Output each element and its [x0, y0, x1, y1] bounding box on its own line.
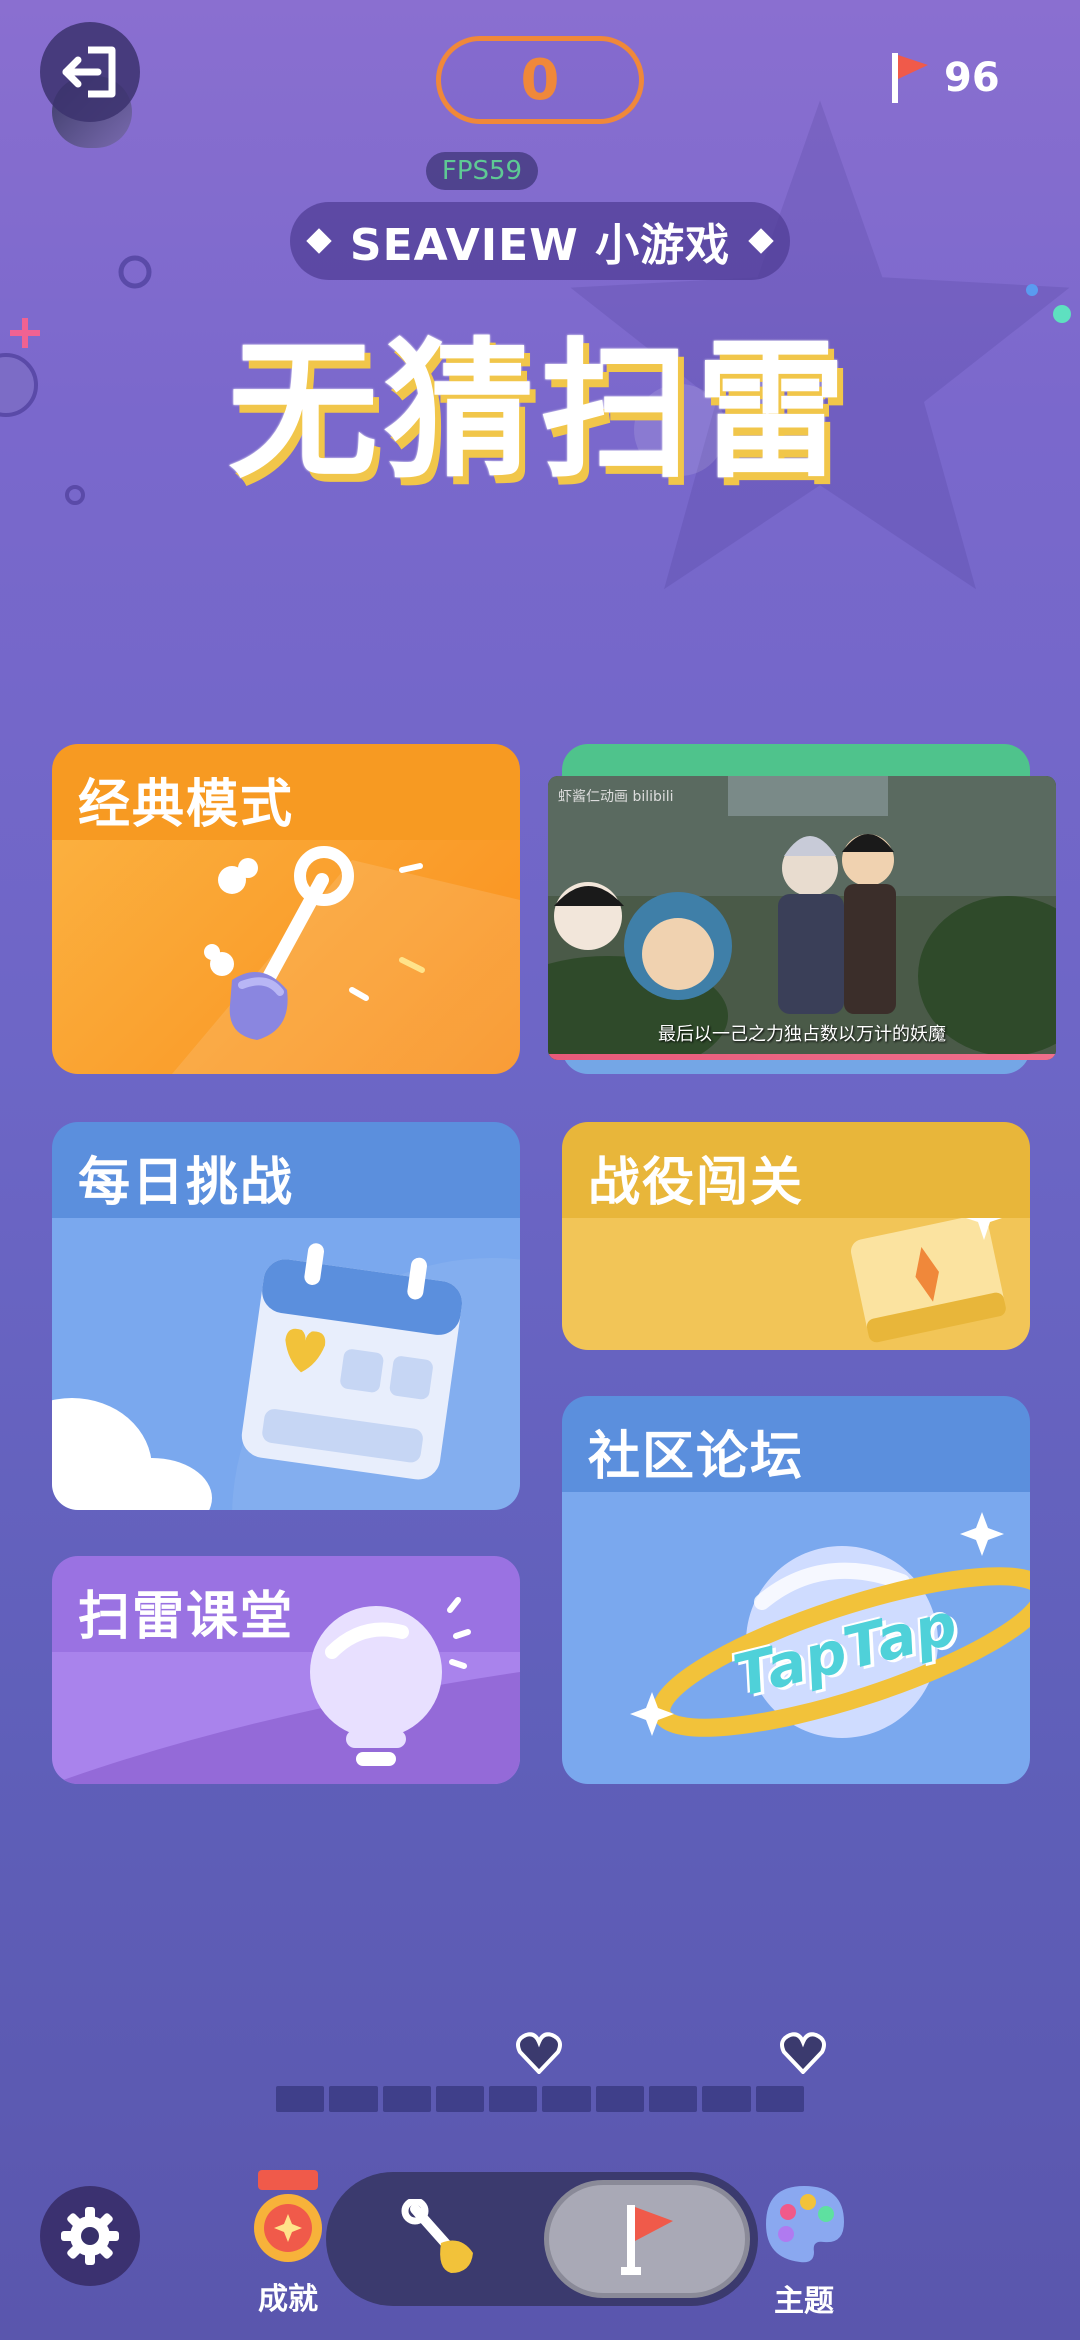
game-title: 无猜扫雷 [227, 325, 852, 499]
theme-label: 主题 [774, 2284, 834, 2319]
progress-segment [435, 2086, 485, 2112]
tutorial-label: 扫雷课堂 [78, 1587, 295, 1647]
progress-segment [489, 2086, 538, 2112]
diamond-icon [748, 228, 774, 254]
lives-progress-bar [276, 2086, 804, 2112]
dig-flag-mode-switch[interactable] [326, 2172, 758, 2306]
flag-mode-button[interactable] [544, 2180, 750, 2298]
flag-icon [892, 53, 928, 103]
exit-icon [62, 46, 116, 98]
medal-icon [254, 2170, 322, 2262]
gear-icon [61, 2207, 119, 2265]
heart-icon [780, 2032, 826, 2074]
progress-segment [276, 2086, 325, 2112]
calendar-icon [52, 1243, 520, 1510]
campaign-label: 战役闯关 [588, 1153, 805, 1213]
settings-button[interactable] [40, 2186, 140, 2286]
achievements-label: 成就 [258, 2282, 318, 2317]
spellbook-icon [850, 1192, 1008, 1343]
video-subtitle: 最后以一己之力独占数以万计的妖魔 [658, 1024, 946, 1045]
dig-mode-button[interactable] [356, 2184, 526, 2294]
community-forum-label: 社区论坛 [588, 1427, 805, 1487]
heart-icon [516, 2032, 562, 2074]
shovel-icon [172, 846, 520, 1074]
progress-segment [702, 2086, 751, 2112]
game-subtitle: SEAVIEW 小游戏 [349, 220, 731, 271]
campaign-card[interactable]: 战役闯关 [562, 1122, 1030, 1350]
floating-video-player[interactable]: 虾酱仁动画 bilibili 最后以一己之力独占数以万计的妖魔 [548, 776, 1056, 1060]
achievements-button[interactable]: 成就 [240, 2170, 336, 2320]
community-forum-card[interactable]: TapTap 社区论坛 [562, 1396, 1030, 1784]
video-watermark: 虾酱仁动画 bilibili [558, 789, 674, 805]
exit-button[interactable] [40, 22, 140, 122]
lightbulb-graphic [310, 1597, 471, 1766]
theme-button[interactable]: 主题 [756, 2172, 852, 2322]
video-frame [548, 776, 1056, 1060]
tutorial-card[interactable]: 扫雷课堂 [52, 1556, 520, 1784]
daily-challenge-label: 每日挑战 [78, 1153, 295, 1213]
daily-challenge-card[interactable]: 每日挑战 [52, 1122, 520, 1510]
flag-counter: 96 [888, 48, 1000, 108]
fps-counter: FPS59 [426, 152, 538, 190]
video-progress-bar[interactable] [548, 1054, 1056, 1060]
progress-segment [755, 2086, 804, 2112]
classic-mode-card[interactable]: 经典模式 [52, 744, 520, 1074]
flag-count-value: 96 [944, 55, 1000, 101]
circle-decoration [118, 255, 152, 289]
flag-icon [621, 2205, 673, 2275]
progress-segment [382, 2086, 431, 2112]
shovel-icon [401, 2199, 473, 2273]
progress-segment [542, 2086, 591, 2112]
game-subtitle-pill: SEAVIEW 小游戏 [290, 202, 790, 280]
progress-segment [329, 2086, 378, 2112]
diamond-icon [306, 228, 332, 254]
score-value: 0 [520, 47, 560, 113]
progress-segment [649, 2086, 698, 2112]
palette-icon [766, 2186, 844, 2263]
classic-mode-label: 经典模式 [78, 775, 295, 835]
score-display: 0 [436, 36, 644, 124]
progress-segment [595, 2086, 645, 2112]
